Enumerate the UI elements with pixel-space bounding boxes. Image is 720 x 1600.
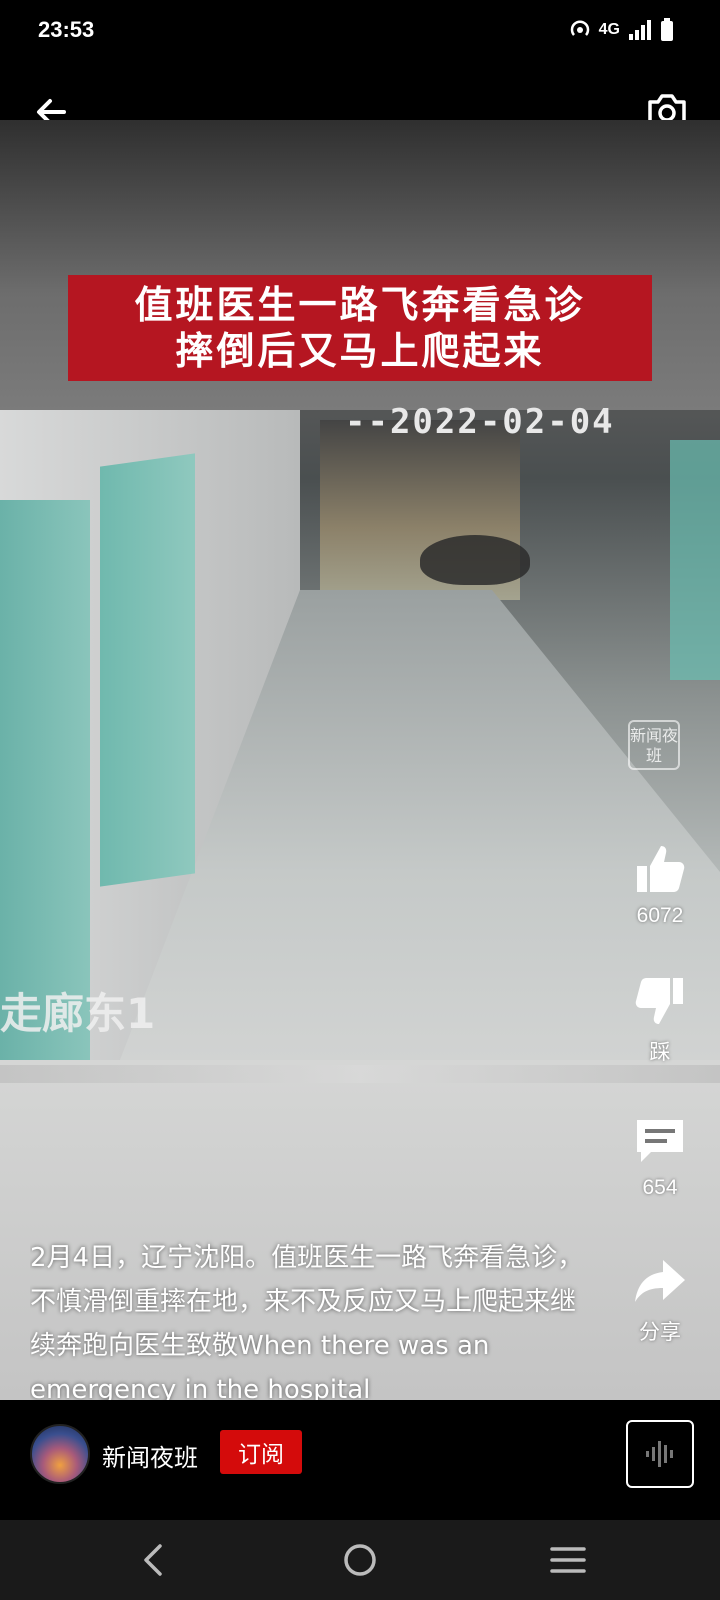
comment-count: 654 [642, 1176, 678, 1199]
dislike-button[interactable]: 踩 [610, 972, 710, 1066]
nav-home-icon[interactable] [338, 1538, 382, 1582]
cctv-camera-label: 走廊东1 [0, 989, 156, 1038]
comment-button[interactable]: 654 [610, 1112, 710, 1200]
status-time: 23:53 [38, 17, 95, 42]
thumbs-up-icon [637, 846, 685, 892]
subscribe-button[interactable]: 订阅 [220, 1430, 302, 1474]
nav-back-icon[interactable] [132, 1538, 176, 1582]
share-button[interactable]: 分享 [610, 1252, 710, 1346]
comment-icon [637, 1120, 683, 1162]
top-bar [0, 62, 720, 128]
banner-line-2: 摔倒后又马上爬起来 [175, 328, 545, 373]
cctv-timestamp: --2022-02-04 [345, 402, 615, 442]
channel-avatar[interactable] [30, 1424, 90, 1484]
signal-icon [629, 20, 651, 40]
system-nav-bar [0, 1520, 720, 1600]
channel-bar: 新闻夜班 订阅 [0, 1400, 720, 1520]
video-player[interactable]: 值班医生一路飞奔看急诊 摔倒后又马上爬起来 --2022-02-04 走廊东1 … [0, 120, 720, 1400]
battery-icon [661, 18, 673, 41]
audio-mode-button[interactable] [626, 1420, 694, 1488]
status-icons: 4G [569, 18, 674, 42]
door [0, 500, 90, 1140]
thumbs-down-icon [635, 978, 683, 1024]
door [100, 453, 195, 887]
share-icon [635, 1260, 685, 1302]
audio-wave-icon [646, 1441, 673, 1467]
share-label: 分享 [639, 1321, 681, 1344]
fallen-doctor [420, 535, 530, 585]
nav-menu-icon[interactable] [546, 1538, 590, 1582]
title-banner: 值班医生一路飞奔看急诊 摔倒后又马上爬起来 [68, 275, 652, 381]
hotspot-icon [570, 20, 589, 36]
channel-name[interactable]: 新闻夜班 [102, 1438, 198, 1473]
divider [0, 1065, 720, 1083]
dislike-label: 踩 [649, 1041, 671, 1064]
watermark-logo: 新闻夜班 [628, 720, 680, 770]
video-description[interactable]: 2月4日，辽宁沈阳。值班医生一路飞奔看急诊，不慎滑倒重摔在地，来不及反应又马上爬… [30, 1236, 590, 1400]
network-type: 4G [598, 21, 620, 38]
status-bar: 23:53 4G [0, 0, 720, 62]
like-count: 6072 [636, 904, 684, 927]
banner-line-1: 值班医生一路飞奔看急诊 [134, 282, 586, 327]
like-button[interactable]: 6072 [610, 840, 710, 928]
door [670, 440, 720, 680]
